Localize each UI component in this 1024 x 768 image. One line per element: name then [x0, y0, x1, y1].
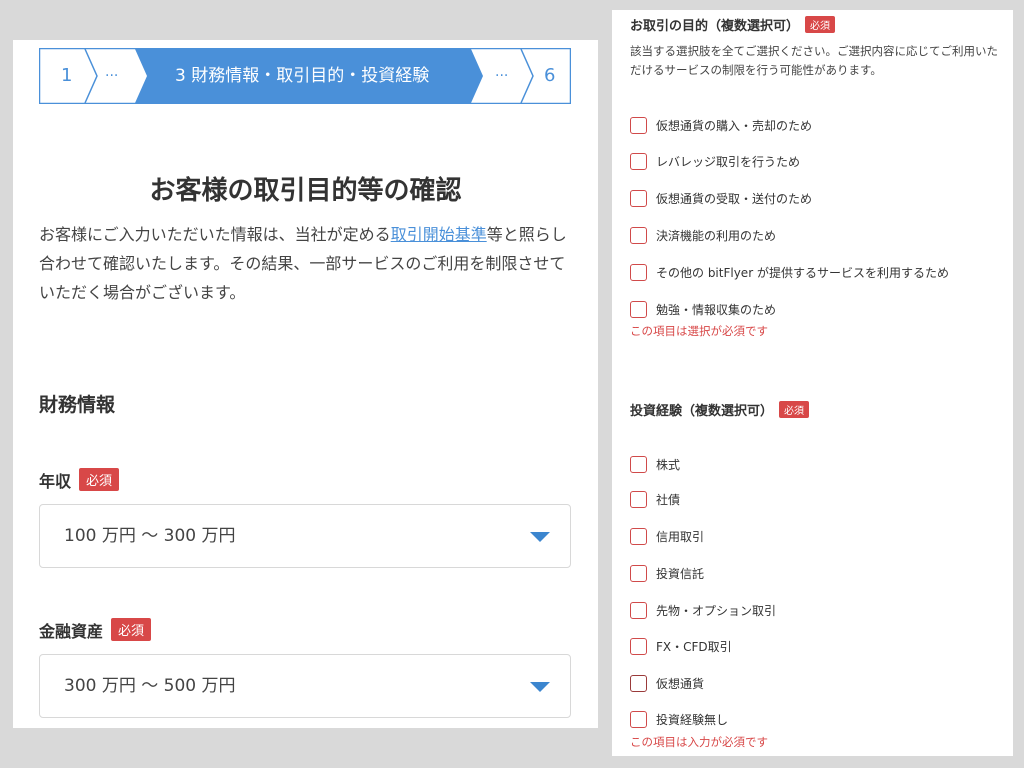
- left-panel: 1 ··· 3 財務情報・取引目的・投資経験 ··· 6 お客様の取引目的等の確…: [13, 40, 598, 728]
- purpose-option[interactable]: レバレッジ取引を行うため: [630, 151, 800, 171]
- purpose-error: この項目は選択が必須です: [630, 324, 768, 338]
- purpose-option[interactable]: 仮想通貨の受取・送付のため: [630, 188, 812, 208]
- checkbox-label: 仮想通貨の購入・売却のため: [656, 118, 813, 133]
- purpose-title-text: お取引の目的（複数選択可）: [630, 19, 800, 34]
- checkbox[interactable]: [630, 637, 647, 655]
- checkbox[interactable]: [630, 116, 647, 134]
- experience-error: この項目は入力が必須です: [630, 735, 768, 749]
- checkbox-label: レバレッジ取引を行うため: [656, 154, 801, 169]
- section-title-financial: 財務情報: [39, 394, 116, 416]
- intro-text-before: お客様にご入力いただいた情報は、当社が定める: [39, 225, 391, 244]
- experience-option[interactable]: 社債: [630, 489, 680, 509]
- caret-down-icon: [530, 682, 550, 692]
- progress-stepper: 1 ··· 3 財務情報・取引目的・投資経験 ··· 6: [39, 48, 571, 104]
- checkbox-label: 先物・オプション取引: [656, 603, 777, 618]
- experience-option[interactable]: 信用取引: [630, 526, 704, 546]
- step-ellipsis-left: ···: [105, 68, 119, 84]
- income-select[interactable]: 100 万円 〜 300 万円: [39, 504, 571, 568]
- checkbox[interactable]: [630, 490, 647, 508]
- checkbox[interactable]: [630, 189, 647, 207]
- required-badge: 必須: [79, 468, 120, 491]
- checkbox[interactable]: [630, 300, 647, 318]
- checkbox[interactable]: [630, 226, 647, 244]
- step-current: 3 財務情報・取引目的・投資経験: [175, 66, 430, 86]
- checkbox[interactable]: [630, 263, 647, 281]
- income-label: 年収 必須: [39, 468, 120, 492]
- purpose-option[interactable]: その他の bitFlyer が提供するサービスを利用するため: [630, 262, 949, 282]
- purpose-description: 該当する選択肢を全てご選択ください。ご選択内容に応じてご利用いただけるサービスの…: [630, 44, 998, 77]
- checkbox-label: 株式: [656, 457, 681, 472]
- experience-option[interactable]: 先物・オプション取引: [630, 600, 776, 620]
- checkbox[interactable]: [630, 152, 647, 170]
- assets-select[interactable]: 300 万円 〜 500 万円: [39, 654, 571, 718]
- checkbox-label: FX・CFD取引: [656, 639, 732, 654]
- checkbox[interactable]: [630, 455, 647, 473]
- income-label-text: 年収: [39, 472, 72, 491]
- checkbox-label: 社債: [656, 492, 681, 507]
- required-badge: 必須: [779, 401, 810, 418]
- intro-text: お客様にご入力いただいた情報は、当社が定める取引開始基準等と照らし合わせて確認い…: [39, 220, 579, 307]
- checkbox[interactable]: [630, 710, 647, 728]
- experience-option[interactable]: 投資経験無し: [630, 709, 728, 729]
- experience-title-text: 投資経験（複数選択可）: [630, 404, 774, 419]
- caret-down-icon: [530, 532, 550, 542]
- assets-label-text: 金融資産: [39, 622, 104, 641]
- checkbox-label: 仮想通貨: [656, 676, 705, 691]
- trading-criteria-link[interactable]: 取引開始基準: [391, 225, 487, 244]
- right-panel: お取引の目的（複数選択可） 必須 該当する選択肢を全てご選択ください。ご選択内容に…: [612, 10, 1013, 756]
- checkbox-label: 決済機能の利用のため: [656, 228, 777, 243]
- checkbox-label: 仮想通貨の受取・送付のため: [656, 191, 813, 206]
- experience-option[interactable]: 株式: [630, 454, 680, 474]
- checkbox-label: その他の bitFlyer が提供するサービスを利用するため: [656, 265, 949, 280]
- purpose-section-title: お取引の目的（複数選択可） 必須: [630, 15, 836, 34]
- checkbox-label: 勉強・情報収集のため: [656, 302, 777, 317]
- assets-select-value: 300 万円 〜 500 万円: [64, 676, 236, 696]
- purpose-option[interactable]: 勉強・情報収集のため: [630, 299, 776, 319]
- assets-label: 金融資産 必須: [39, 618, 152, 642]
- experience-option[interactable]: 仮想通貨: [630, 673, 704, 693]
- checkbox[interactable]: [630, 674, 647, 692]
- checkbox-label: 信用取引: [656, 529, 705, 544]
- experience-option[interactable]: FX・CFD取引: [630, 636, 732, 656]
- checkbox-label: 投資信託: [656, 566, 705, 581]
- step-ellipsis-right: ···: [495, 68, 509, 84]
- required-badge: 必須: [805, 16, 836, 33]
- checkbox-label: 投資経験無し: [656, 712, 729, 727]
- income-select-value: 100 万円 〜 300 万円: [64, 526, 236, 546]
- page-title: お客様の取引目的等の確認: [149, 176, 462, 206]
- purpose-option[interactable]: 仮想通貨の購入・売却のため: [630, 115, 812, 135]
- experience-option[interactable]: 投資信託: [630, 563, 704, 583]
- step-1: 1: [61, 65, 73, 86]
- experience-section-title: 投資経験（複数選択可） 必須: [630, 400, 810, 419]
- required-badge: 必須: [111, 618, 152, 641]
- checkbox[interactable]: [630, 564, 647, 582]
- purpose-option[interactable]: 決済機能の利用のため: [630, 225, 776, 245]
- checkbox[interactable]: [630, 601, 647, 619]
- step-6: 6: [544, 65, 556, 86]
- checkbox[interactable]: [630, 527, 647, 545]
